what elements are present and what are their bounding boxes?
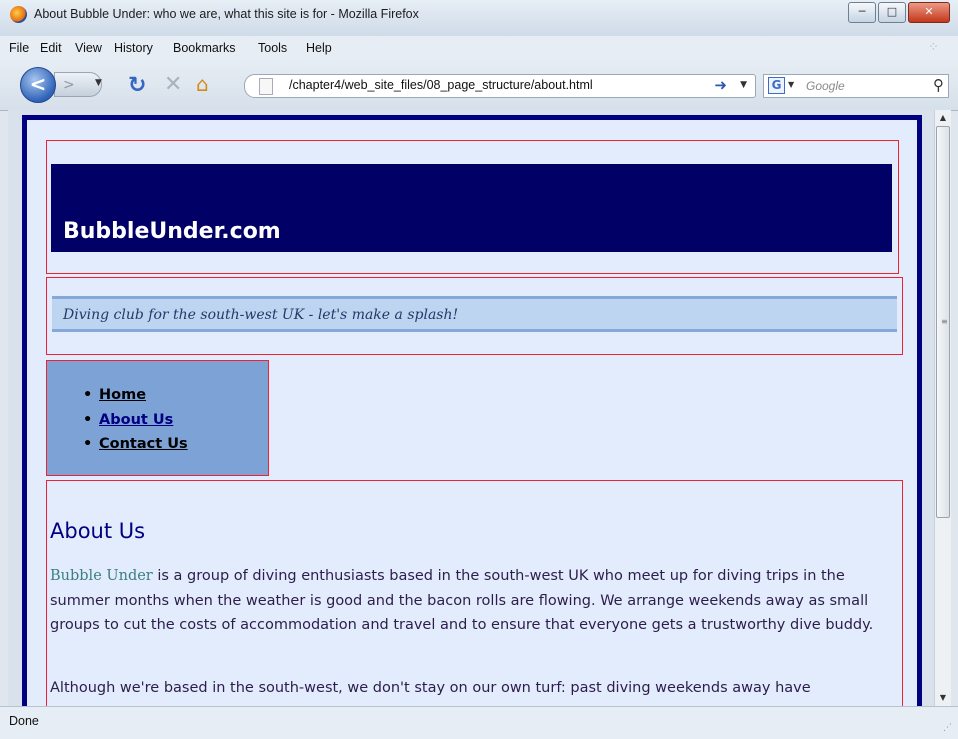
page-wrapper: BubbleUnder.com Diving club for the sout…: [22, 115, 922, 706]
url-dropdown-icon[interactable]: ▼: [740, 80, 747, 90]
menu-tools[interactable]: Tools: [258, 41, 287, 55]
forward-arrow-icon: >: [63, 77, 75, 93]
site-navigation: Home About Us Contact Us: [46, 360, 269, 476]
intro-text: is a group of diving enthusiasts based i…: [50, 568, 874, 633]
stop-icon[interactable]: ✕: [164, 72, 182, 97]
window-controls: ─ □ ✕: [846, 2, 950, 23]
menu-view[interactable]: View: [75, 41, 102, 55]
grip-icon: ≡: [941, 317, 948, 326]
menu-bookmarks[interactable]: Bookmarks: [173, 41, 236, 55]
body-content: About Us Bubble Under is a group of divi…: [46, 480, 903, 706]
tagline-container: Diving club for the south-west UK - let'…: [46, 277, 903, 355]
tagline-band: Diving club for the south-west UK - let'…: [52, 296, 897, 332]
firefox-logo-icon: [10, 6, 27, 23]
maximize-button[interactable]: □: [878, 2, 906, 23]
nav-item-contact: Contact Us: [75, 432, 188, 457]
tagline: Diving club for the south-west UK - let'…: [63, 307, 459, 323]
nav-link-about[interactable]: About Us: [99, 412, 173, 428]
title-bar: About Bubble Under: who we are, what thi…: [0, 0, 958, 37]
vertical-scrollbar[interactable]: ▲ ≡ ▼: [934, 110, 951, 706]
scroll-up-icon[interactable]: ▲: [935, 110, 951, 126]
resize-grip-icon[interactable]: ⋰: [943, 723, 952, 733]
history-dropdown-icon[interactable]: ▼: [95, 78, 102, 88]
status-text: Done: [9, 714, 39, 728]
throbber-icon: ⁘: [928, 40, 939, 55]
search-placeholder[interactable]: Google: [806, 79, 845, 93]
nav-item-about: About Us: [75, 408, 188, 433]
nav-link-contact[interactable]: Contact Us: [99, 436, 188, 452]
second-paragraph: Although we're based in the south-west, …: [50, 680, 811, 696]
menu-help[interactable]: Help: [306, 41, 332, 55]
back-arrow-icon: <: [29, 72, 47, 96]
window-title: About Bubble Under: who we are, what thi…: [34, 7, 419, 21]
home-icon[interactable]: ⌂: [196, 72, 209, 96]
browser-window: About Bubble Under: who we are, what thi…: [0, 0, 958, 739]
go-arrow-icon[interactable]: ➜: [714, 76, 727, 94]
nav-item-home: Home: [75, 383, 188, 408]
url-text[interactable]: /chapter4/web_site_files/08_page_structu…: [289, 78, 593, 92]
page-icon: [259, 78, 273, 95]
menu-history[interactable]: History: [114, 41, 153, 55]
search-icon[interactable]: ⚲: [933, 76, 944, 94]
reload-icon[interactable]: ↻: [128, 73, 146, 98]
search-box[interactable]: G ▼ Google ⚲: [763, 74, 949, 98]
close-button[interactable]: ✕: [908, 2, 950, 23]
navigation-toolbar: > < ▼ ↻ ✕ ⌂ /chapter4/web_site_files/08_…: [0, 60, 958, 111]
scroll-down-icon[interactable]: ▼: [935, 690, 951, 706]
intro-paragraph: Bubble Under is a group of diving enthus…: [50, 564, 895, 638]
search-engine-dropdown-icon[interactable]: ▼: [788, 80, 794, 89]
site-header: BubbleUnder.com: [46, 140, 899, 274]
header-banner: BubbleUnder.com: [51, 164, 892, 252]
menu-file[interactable]: File: [9, 41, 29, 55]
google-icon[interactable]: G: [768, 77, 785, 94]
minimize-button[interactable]: ─: [848, 2, 876, 23]
content-viewport: BubbleUnder.com Diving club for the sout…: [8, 110, 934, 706]
menu-bar: File Edit View History Bookmarks Tools H…: [0, 36, 958, 60]
nav-list: Home About Us Contact Us: [75, 383, 188, 457]
brand-name: Bubble Under: [50, 568, 153, 584]
back-button[interactable]: <: [20, 67, 56, 103]
site-name: BubbleUnder.com: [63, 219, 281, 244]
scroll-thumb[interactable]: ≡: [936, 126, 950, 518]
address-bar[interactable]: /chapter4/web_site_files/08_page_structu…: [244, 74, 756, 98]
status-bar: Done ⋰: [0, 706, 958, 739]
nav-link-home[interactable]: Home: [99, 387, 146, 403]
content-heading: About Us: [50, 519, 146, 543]
menu-edit[interactable]: Edit: [40, 41, 62, 55]
